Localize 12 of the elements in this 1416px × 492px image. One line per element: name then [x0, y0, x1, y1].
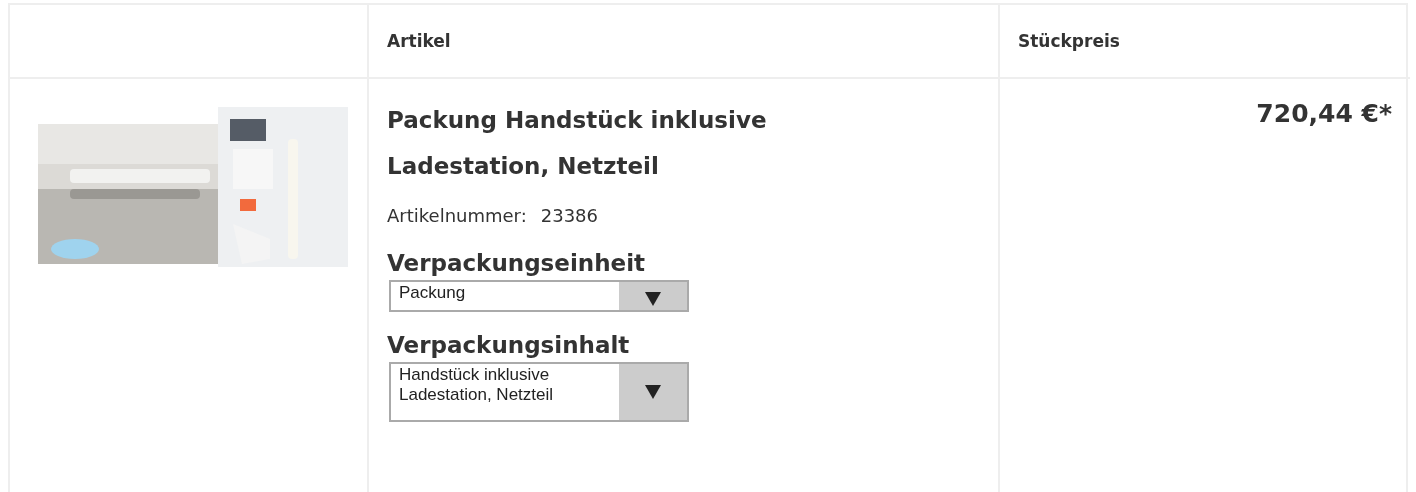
unit-price: 720,44 €*	[1256, 99, 1392, 128]
column-header: Stückpreis	[998, 5, 1410, 77]
column-header: Artikel	[367, 5, 998, 77]
article-number-label: Artikelnummer:	[387, 205, 527, 226]
caret-icon	[645, 292, 661, 306]
dropdown[interactable]: Handstück inklusive Ladestation, Netzteil	[389, 362, 689, 422]
caret-icon	[645, 385, 661, 399]
article-number: 23386	[540, 205, 598, 226]
option-label: Verpackungseinheit	[387, 250, 646, 276]
option-label: Verpackungsinhalt	[387, 332, 631, 358]
product-title[interactable]: Packung Handstück inklusive Ladestation, Netzteil	[387, 97, 807, 189]
dropdown[interactable]: Packung	[389, 280, 689, 312]
